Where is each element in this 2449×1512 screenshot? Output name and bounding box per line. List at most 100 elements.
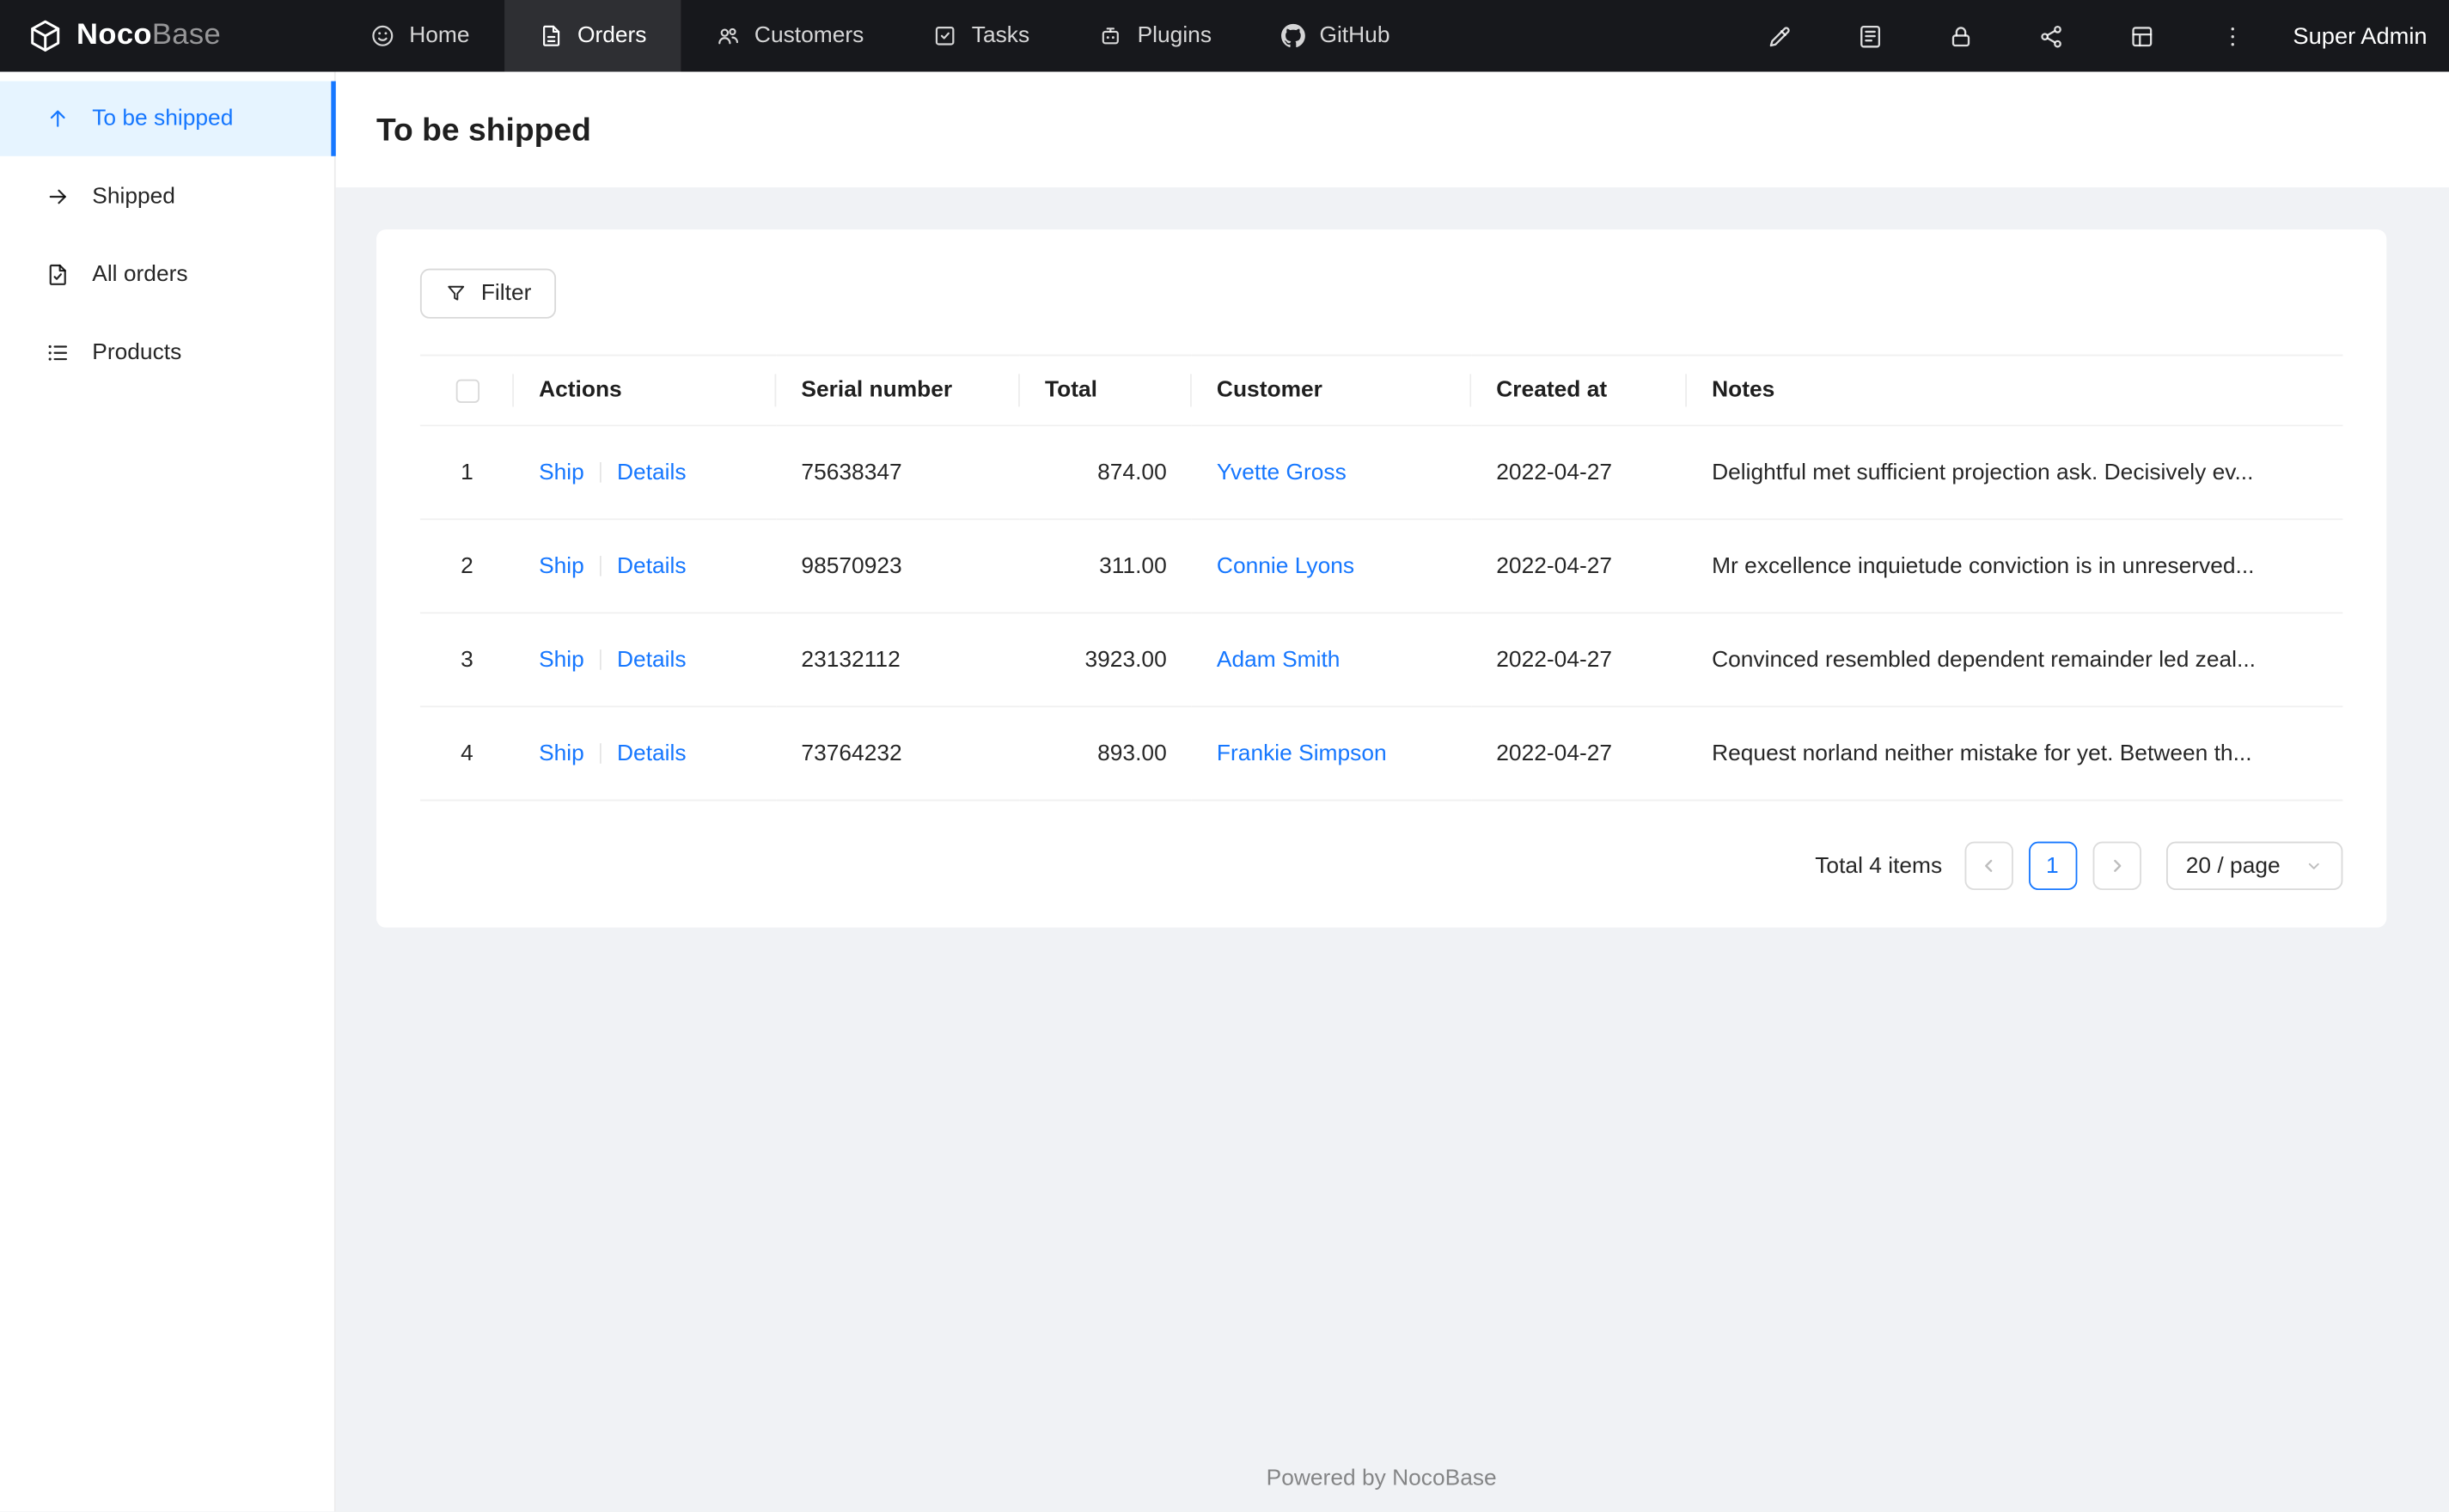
notes-cell: Convinced resembled dependent remainder … bbox=[1687, 613, 2343, 708]
acl-button[interactable] bbox=[1915, 0, 2006, 72]
created-at-cell: 2022-04-27 bbox=[1471, 706, 1688, 802]
page-1-button[interactable]: 1 bbox=[2028, 841, 2077, 891]
sidebar-item-shipped[interactable]: Shipped bbox=[0, 159, 334, 234]
sidebar-item-all-orders[interactable]: All orders bbox=[0, 237, 334, 312]
sidebar-item-to-be-shipped[interactable]: To be shipped bbox=[0, 81, 336, 156]
cube-logo-icon bbox=[28, 19, 63, 53]
nav-item-tasks[interactable]: Tasks bbox=[898, 0, 1064, 72]
customer-link[interactable]: Connie Lyons bbox=[1217, 553, 1354, 578]
actions-cell: Ship Details bbox=[513, 613, 777, 708]
col-header-total: Total bbox=[1019, 354, 1192, 427]
serial-cell: 73764232 bbox=[776, 706, 1020, 802]
filter-label: Filter bbox=[480, 281, 532, 307]
nav-item-label: GitHub bbox=[1319, 23, 1390, 49]
customer-link[interactable]: Adam Smith bbox=[1217, 647, 1341, 672]
content-area: Filter Actions Serial number Total Custo… bbox=[336, 187, 2449, 1511]
action-divider bbox=[600, 461, 602, 482]
total-cell: 893.00 bbox=[1019, 706, 1192, 802]
created-at-cell: 2022-04-27 bbox=[1471, 613, 1688, 708]
logo-base: Base bbox=[151, 18, 222, 52]
header-select-all bbox=[419, 354, 514, 427]
user-name[interactable]: Super Admin bbox=[2293, 22, 2427, 49]
row-index: 3 bbox=[419, 613, 514, 708]
check-square-icon bbox=[932, 23, 957, 48]
lock-icon bbox=[1947, 22, 1974, 49]
actions-cell: Ship Details bbox=[513, 425, 777, 521]
nav-item-github[interactable]: GitHub bbox=[1246, 0, 1424, 72]
action-divider bbox=[600, 555, 602, 576]
sidebar-item-label: Products bbox=[92, 340, 182, 366]
prev-page-button[interactable] bbox=[1963, 841, 2013, 891]
col-header-notes: Notes bbox=[1687, 354, 2343, 427]
smile-icon bbox=[370, 23, 395, 48]
ship-link[interactable]: Ship bbox=[539, 460, 584, 485]
nav-item-label: Orders bbox=[577, 23, 647, 49]
sidebar: To be shipped Shipped All orders Product… bbox=[0, 71, 336, 1512]
serial-cell: 23132112 bbox=[776, 613, 1020, 708]
created-at-cell: 2022-04-27 bbox=[1471, 519, 1688, 614]
collections-button[interactable] bbox=[1824, 0, 1915, 72]
nav-item-plugins[interactable]: Plugins bbox=[1064, 0, 1246, 72]
pagination-total: Total 4 items bbox=[1815, 853, 1943, 879]
notes-cell: Request norland neither mistake for yet.… bbox=[1687, 706, 2343, 802]
customer-cell: Frankie Simpson bbox=[1191, 706, 1472, 802]
filter-icon bbox=[445, 283, 467, 304]
nav-item-orders[interactable]: Orders bbox=[504, 0, 681, 72]
details-link[interactable]: Details bbox=[617, 741, 687, 765]
page-size-select[interactable]: 20 / page bbox=[2165, 841, 2343, 891]
row-index: 2 bbox=[419, 519, 514, 614]
col-header-customer: Customer bbox=[1191, 354, 1472, 427]
ship-link[interactable]: Ship bbox=[539, 647, 584, 672]
arrow-right-icon bbox=[46, 184, 70, 209]
share-icon bbox=[2037, 22, 2064, 49]
row-index: 4 bbox=[419, 706, 514, 802]
logo-noco: Noco bbox=[76, 18, 152, 52]
plugin-manager-button[interactable] bbox=[2006, 0, 2096, 72]
ship-link[interactable]: Ship bbox=[539, 741, 584, 765]
main-nav: Home Orders Customers Tasks Plugins GitH… bbox=[336, 0, 1425, 72]
details-link[interactable]: Details bbox=[617, 647, 687, 672]
customer-link[interactable]: Frankie Simpson bbox=[1217, 741, 1387, 765]
more-button[interactable] bbox=[2187, 0, 2277, 72]
orders-card: Filter Actions Serial number Total Custo… bbox=[376, 229, 2387, 928]
nav-item-home[interactable]: Home bbox=[336, 0, 504, 72]
logo-text: NocoBase bbox=[76, 19, 221, 53]
nav-item-label: Plugins bbox=[1137, 23, 1212, 49]
arrow-up-icon bbox=[46, 107, 70, 131]
nav-item-customers[interactable]: Customers bbox=[681, 0, 899, 72]
details-link[interactable]: Details bbox=[617, 553, 687, 578]
nav-item-label: Tasks bbox=[971, 23, 1030, 49]
github-icon bbox=[1280, 23, 1305, 48]
nocobase-logo[interactable]: NocoBase bbox=[0, 0, 336, 72]
layout: To be shipped Shipped All orders Product… bbox=[0, 71, 2449, 1512]
col-header-created-at: Created at bbox=[1471, 354, 1688, 427]
layout-button[interactable] bbox=[2096, 0, 2186, 72]
next-page-button[interactable] bbox=[2092, 841, 2141, 891]
robot-icon bbox=[1098, 23, 1123, 48]
sidebar-item-products[interactable]: Products bbox=[0, 315, 334, 390]
customer-link[interactable]: Yvette Gross bbox=[1217, 460, 1347, 485]
actions-cell: Ship Details bbox=[513, 519, 777, 614]
chevron-right-icon bbox=[2106, 856, 2127, 876]
more-icon bbox=[2219, 22, 2245, 49]
row-index: 1 bbox=[419, 425, 514, 521]
page-header: To be shipped bbox=[335, 71, 2449, 188]
nav-item-label: Customers bbox=[754, 23, 864, 49]
total-cell: 311.00 bbox=[1019, 519, 1192, 614]
highlighter-icon bbox=[1766, 22, 1792, 49]
select-all-checkbox[interactable] bbox=[455, 379, 479, 403]
app: NocoBase Home Orders Customers Tasks Plu… bbox=[0, 0, 2449, 1512]
nav-item-label: Home bbox=[409, 23, 470, 49]
details-link[interactable]: Details bbox=[617, 460, 687, 485]
collections-icon bbox=[1856, 22, 1883, 49]
table-header-row: Actions Serial number Total Customer Cre… bbox=[419, 354, 2343, 427]
filter-button[interactable]: Filter bbox=[419, 268, 557, 319]
chevron-left-icon bbox=[1978, 856, 1999, 876]
serial-cell: 98570923 bbox=[776, 519, 1020, 614]
footer: Powered by NocoBase bbox=[376, 1442, 2386, 1512]
table-row: 1 Ship Details 75638347 874.00 Yvette Gro… bbox=[419, 425, 2343, 521]
notes-cell: Delightful met sufficient projection ask… bbox=[1687, 425, 2343, 521]
ui-editor-button[interactable] bbox=[1734, 0, 1824, 72]
ship-link[interactable]: Ship bbox=[539, 553, 584, 578]
list-icon bbox=[46, 340, 70, 365]
